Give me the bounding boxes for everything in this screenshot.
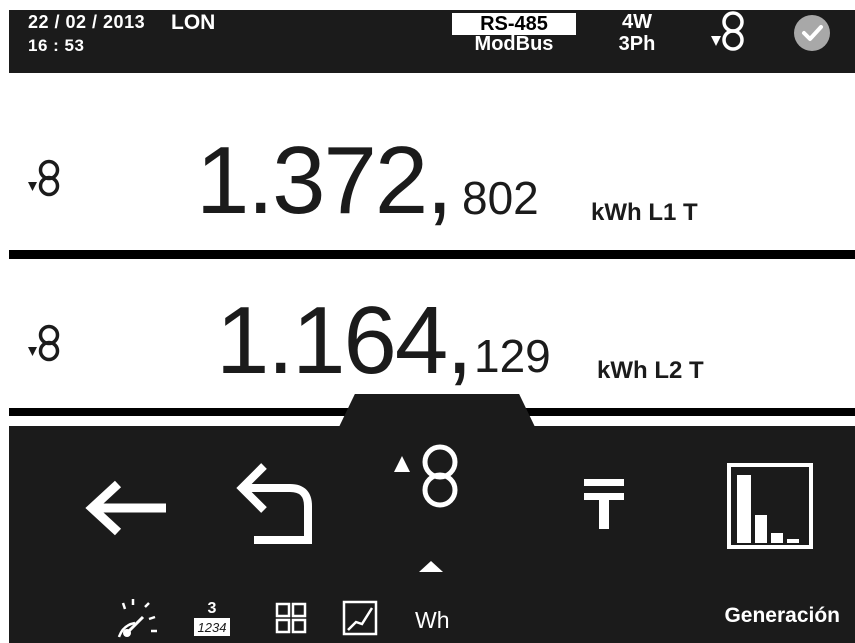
grid-icon[interactable]: [275, 602, 307, 634]
tariff-icon[interactable]: [582, 475, 626, 531]
reading-1-decimal: 802: [462, 172, 539, 224]
status-wires: 4W: [622, 11, 652, 33]
status-comm-mode: ModBus: [474, 33, 554, 55]
current-transformer-icon[interactable]: [392, 440, 468, 516]
status-ok-badge: [794, 15, 830, 51]
energy-unit-label[interactable]: Wh: [415, 607, 450, 634]
selected-indicator-icon: [419, 561, 443, 572]
counter-top-digit: 3: [208, 600, 217, 617]
bar-chart-icon[interactable]: [727, 463, 813, 549]
status-date: 22 / 02 / 2013: [28, 12, 146, 32]
status-location: LON: [171, 11, 216, 34]
status-protocol: RS-485: [452, 13, 576, 35]
return-icon[interactable]: [232, 458, 316, 548]
reading-2-unit: kWh L2 T: [597, 357, 704, 384]
mode-label[interactable]: Generación: [650, 604, 840, 628]
current-transformer-icon: [711, 11, 744, 51]
current-transformer-icon: [28, 324, 60, 362]
status-time: 16 : 53: [28, 36, 85, 55]
counter-bottom-digits: 1234: [198, 620, 227, 635]
reading-2-decimal: 129: [474, 330, 551, 382]
current-transformer-icon: [28, 159, 60, 197]
status-phases: 3Ph: [618, 33, 656, 55]
reading-1-integer: 1.372,: [196, 127, 453, 234]
reading-divider: [9, 250, 855, 259]
graph-icon[interactable]: [342, 600, 378, 636]
reading-1-unit: kWh L1 T: [591, 199, 698, 226]
check-icon: [802, 25, 823, 41]
gauge-icon[interactable]: [115, 597, 161, 639]
counter-icon[interactable]: 3 1234: [192, 598, 232, 640]
reading-2-integer: 1.164,: [216, 287, 473, 394]
arrow-left-icon[interactable]: [82, 478, 170, 538]
